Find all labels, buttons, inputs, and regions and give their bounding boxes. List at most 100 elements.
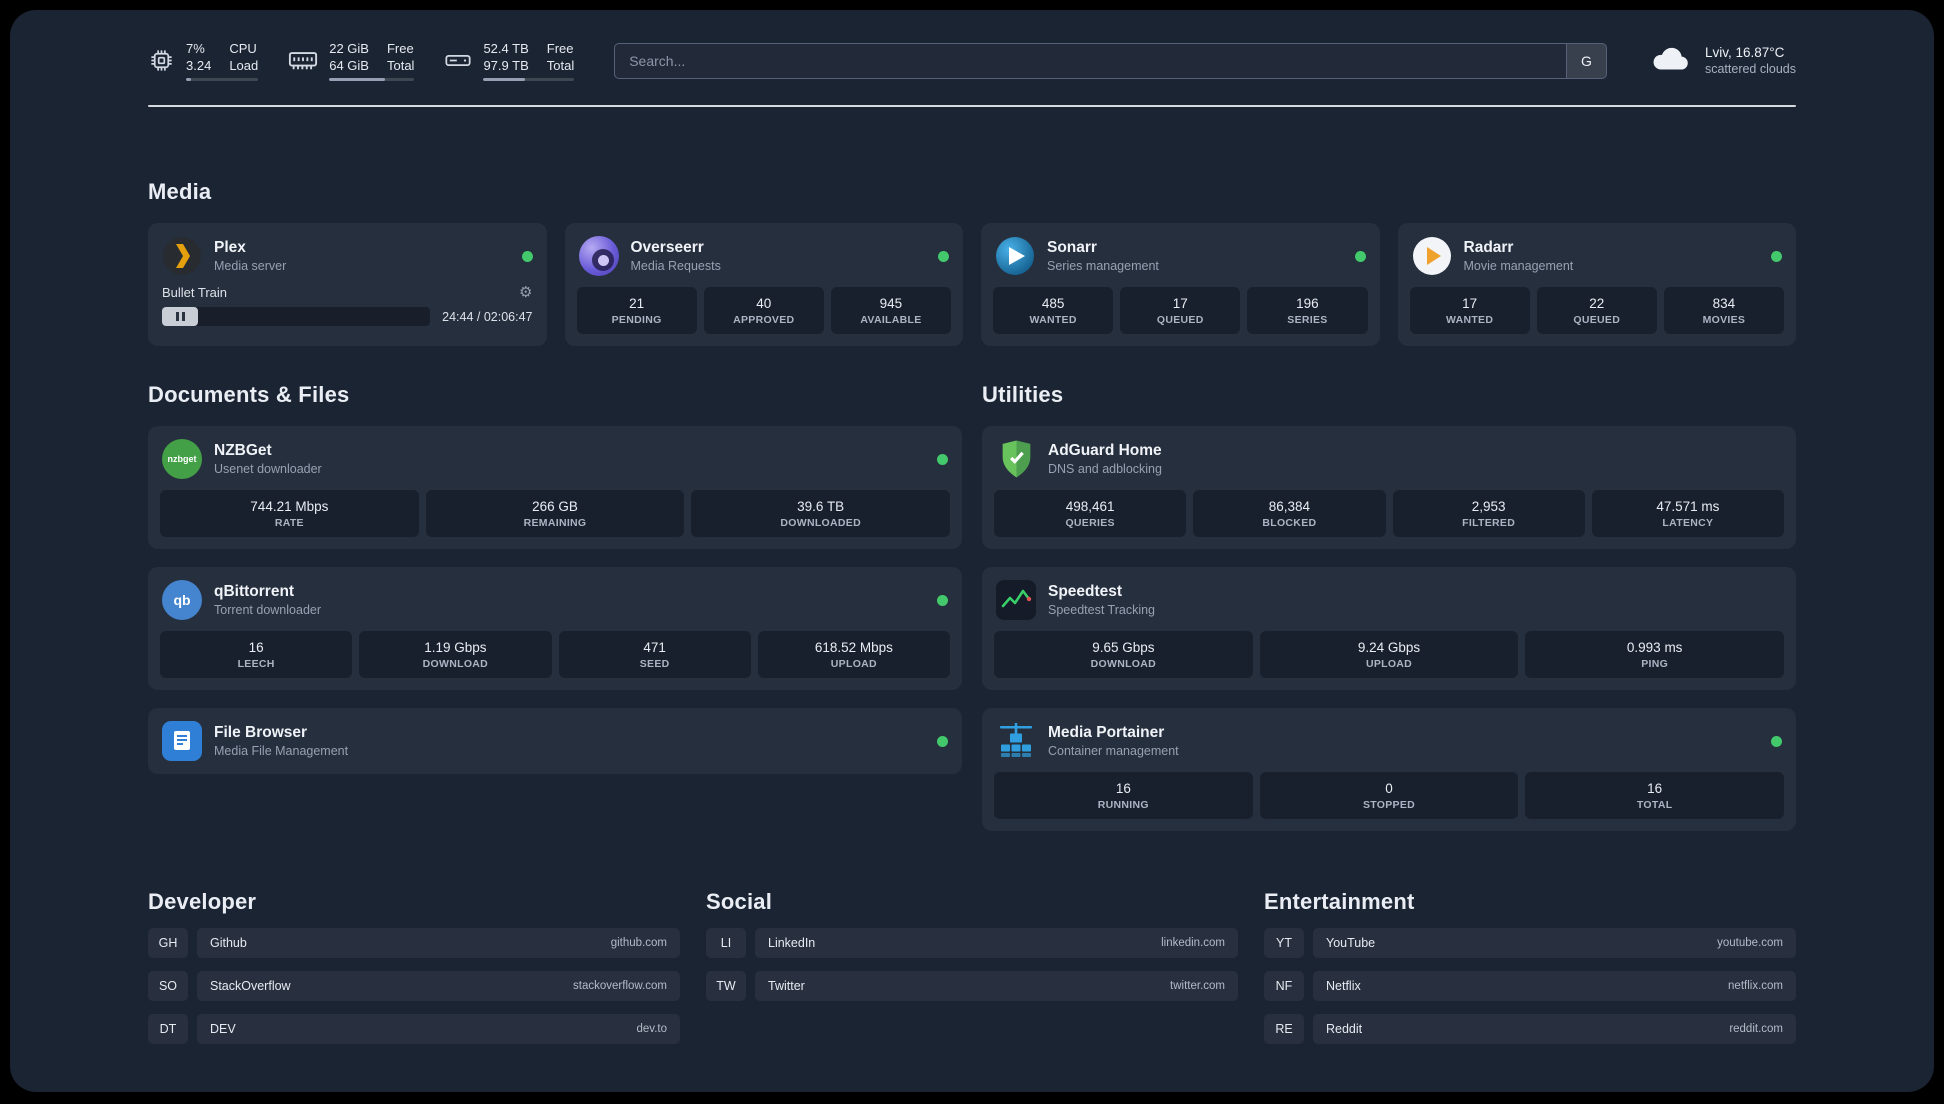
stat-ping: 0.993 ms PING bbox=[1525, 631, 1785, 678]
service-card-sonarr[interactable]: Sonarr Series management 485 WANTED 17 QUE… bbox=[981, 223, 1380, 346]
service-title: Plex bbox=[214, 239, 246, 256]
service-card-portainer[interactable]: Media Portainer Container management 16 R… bbox=[982, 708, 1796, 831]
bookmark-name: Reddit bbox=[1326, 1022, 1363, 1036]
bookmark-domain: netflix.com bbox=[1728, 980, 1783, 992]
cpu-usage-bar bbox=[186, 78, 259, 81]
service-subtitle: Media server bbox=[214, 259, 287, 273]
bookmark-name: LinkedIn bbox=[768, 936, 816, 950]
bookmark-abbr: GH bbox=[148, 928, 188, 958]
service-title: File Browser bbox=[214, 724, 308, 741]
status-badge bbox=[937, 735, 948, 747]
gear-icon[interactable]: ⚙ bbox=[519, 285, 532, 300]
cpu-load-label: Load bbox=[229, 58, 259, 73]
service-card-plex[interactable]: Plex Media server Bullet Train ⚙ 24:44 /… bbox=[148, 223, 547, 346]
memory-usage-bar bbox=[329, 78, 415, 81]
disk-total-label: Total bbox=[546, 58, 575, 73]
radarr-icon bbox=[1412, 236, 1452, 276]
bookmark-linkedin[interactable]: LI LinkedIn linkedin.com bbox=[706, 928, 1238, 958]
status-badge bbox=[1771, 250, 1782, 262]
memory-total-label: Total bbox=[386, 58, 415, 73]
section-title-utilities: Utilities bbox=[982, 382, 1064, 407]
topbar-divider bbox=[148, 105, 1796, 107]
stat-upload: 618.52 Mbps UPLOAD bbox=[757, 631, 950, 678]
bookmark-youtube[interactable]: YT YouTube youtube.com bbox=[1264, 928, 1796, 958]
playback-progress-bar[interactable] bbox=[162, 307, 431, 326]
status-badge bbox=[521, 250, 533, 262]
bookmark-github[interactable]: GH Github github.com bbox=[148, 928, 680, 958]
bookmark-domain: dev.to bbox=[636, 1023, 667, 1035]
service-subtitle: Media File Management bbox=[214, 744, 349, 758]
service-title: Media Portainer bbox=[1048, 724, 1165, 741]
memory-total-value: 64 GiB bbox=[329, 58, 369, 73]
service-card-radarr[interactable]: Radarr Movie management 17 WANTED 22 QUEUE… bbox=[1397, 223, 1796, 346]
bookmark-stackoverflow[interactable]: SO StackOverflow stackoverflow.com bbox=[148, 971, 680, 1001]
service-title: AdGuard Home bbox=[1048, 442, 1162, 459]
pause-button[interactable] bbox=[162, 307, 198, 326]
status-badge bbox=[1771, 735, 1782, 747]
system-monitors: 7% 3.24 CPU Load 22 GiB 64 GiB Free Tota… bbox=[148, 40, 575, 81]
bookmark-abbr: RE bbox=[1264, 1014, 1304, 1044]
section-documents: Documents & Files nzbget NZBGet Usenet d… bbox=[148, 382, 962, 774]
section-title-entertainment: Entertainment bbox=[1264, 889, 1415, 914]
bookmark-domain: reddit.com bbox=[1729, 1023, 1783, 1035]
disk-usage-bar bbox=[483, 78, 575, 81]
service-subtitle: Movie management bbox=[1463, 259, 1574, 273]
service-card-overseerr[interactable]: Overseerr Media Requests 21 PENDING 40 APP… bbox=[564, 223, 963, 346]
service-title: Overseerr bbox=[630, 239, 704, 256]
bookmark-abbr: YT bbox=[1264, 928, 1304, 958]
bookmark-domain: linkedin.com bbox=[1161, 937, 1225, 949]
stat-queued: 17 QUEUED bbox=[1120, 287, 1241, 334]
section-title-social: Social bbox=[706, 889, 773, 914]
disk-total-value: 97.9 TB bbox=[483, 58, 529, 73]
stat-downloaded: 39.6 TB DOWNLOADED bbox=[691, 490, 951, 537]
filebrowser-icon bbox=[162, 721, 202, 761]
service-card-qbittorrent[interactable]: qb qBittorrent Torrent downloader 16 LEEC… bbox=[148, 567, 962, 690]
bookmark-group-social: Social LI LinkedIn linkedin.com TW Twitt… bbox=[706, 889, 1238, 1044]
section-utilities: Utilities AdGuard Home DNS and adblockin… bbox=[982, 382, 1796, 831]
bookmark-twitter[interactable]: TW Twitter twitter.com bbox=[706, 971, 1238, 1001]
memory-free-value: 22 GiB bbox=[329, 41, 369, 56]
qbittorrent-icon: qb bbox=[162, 580, 202, 620]
stat-queries: 498,461 QUERIES bbox=[994, 490, 1187, 537]
stat-approved: 40 APPROVED bbox=[703, 287, 824, 334]
search-input[interactable] bbox=[615, 43, 1566, 78]
speedtest-graph-icon bbox=[996, 580, 1036, 620]
service-card-adguard[interactable]: AdGuard Home DNS and adblocking 498,461 Q… bbox=[982, 426, 1796, 549]
stat-pending: 21 PENDING bbox=[576, 287, 697, 334]
service-card-nzbget[interactable]: nzbget NZBGet Usenet downloader 744.21 M… bbox=[148, 426, 962, 549]
cpu-chip-icon bbox=[148, 47, 175, 74]
status-badge bbox=[1354, 250, 1366, 262]
stat-stopped: 0 STOPPED bbox=[1259, 772, 1519, 819]
stat-series: 196 SERIES bbox=[1247, 287, 1368, 334]
bookmark-reddit[interactable]: RE Reddit reddit.com bbox=[1264, 1014, 1796, 1044]
now-playing-title: Bullet Train bbox=[162, 285, 228, 300]
service-subtitle: Series management bbox=[1047, 259, 1159, 273]
bookmark-name: YouTube bbox=[1326, 936, 1376, 950]
stat-movies: 834 MOVIES bbox=[1663, 287, 1785, 334]
bookmark-domain: twitter.com bbox=[1170, 980, 1225, 992]
bookmark-dev[interactable]: DT DEV dev.to bbox=[148, 1014, 680, 1044]
bookmark-netflix[interactable]: NF Netflix netflix.com bbox=[1264, 971, 1796, 1001]
bookmark-name: Twitter bbox=[768, 979, 805, 993]
stat-upload: 9.24 Gbps UPLOAD bbox=[1259, 631, 1519, 678]
stat-download: 9.65 Gbps DOWNLOAD bbox=[994, 631, 1253, 678]
bookmark-group-developer: Developer GH Github github.com SO StackO… bbox=[148, 889, 680, 1044]
bookmark-group-entertainment: Entertainment YT YouTube youtube.com NF … bbox=[1264, 889, 1796, 1044]
disk-widget: 52.4 TB 97.9 TB Free Total bbox=[444, 40, 575, 81]
weather-widget: Lviv, 16.87°C scattered clouds bbox=[1649, 43, 1796, 79]
service-subtitle: Container management bbox=[1048, 744, 1179, 758]
service-subtitle: Usenet downloader bbox=[214, 462, 322, 476]
stat-blocked: 86,384 BLOCKED bbox=[1193, 490, 1386, 537]
section-media: Media Plex Media server Bullet Train ⚙ 2… bbox=[148, 179, 1796, 346]
disk-free-label: Free bbox=[546, 41, 574, 56]
section-title-media: Media bbox=[148, 179, 212, 204]
service-card-speedtest[interactable]: Speedtest Speedtest Tracking 9.65 Gbps DO… bbox=[982, 567, 1796, 690]
cpu-widget: 7% 3.24 CPU Load bbox=[148, 40, 259, 81]
status-badge bbox=[937, 594, 948, 606]
search-provider-button[interactable]: G bbox=[1565, 43, 1606, 78]
service-title: Speedtest bbox=[1048, 583, 1123, 600]
bookmark-name: Netflix bbox=[1326, 979, 1361, 993]
stat-download: 1.19 Gbps DOWNLOAD bbox=[359, 631, 552, 678]
disk-icon bbox=[444, 48, 472, 73]
service-card-filebrowser[interactable]: File Browser Media File Management bbox=[148, 708, 962, 774]
